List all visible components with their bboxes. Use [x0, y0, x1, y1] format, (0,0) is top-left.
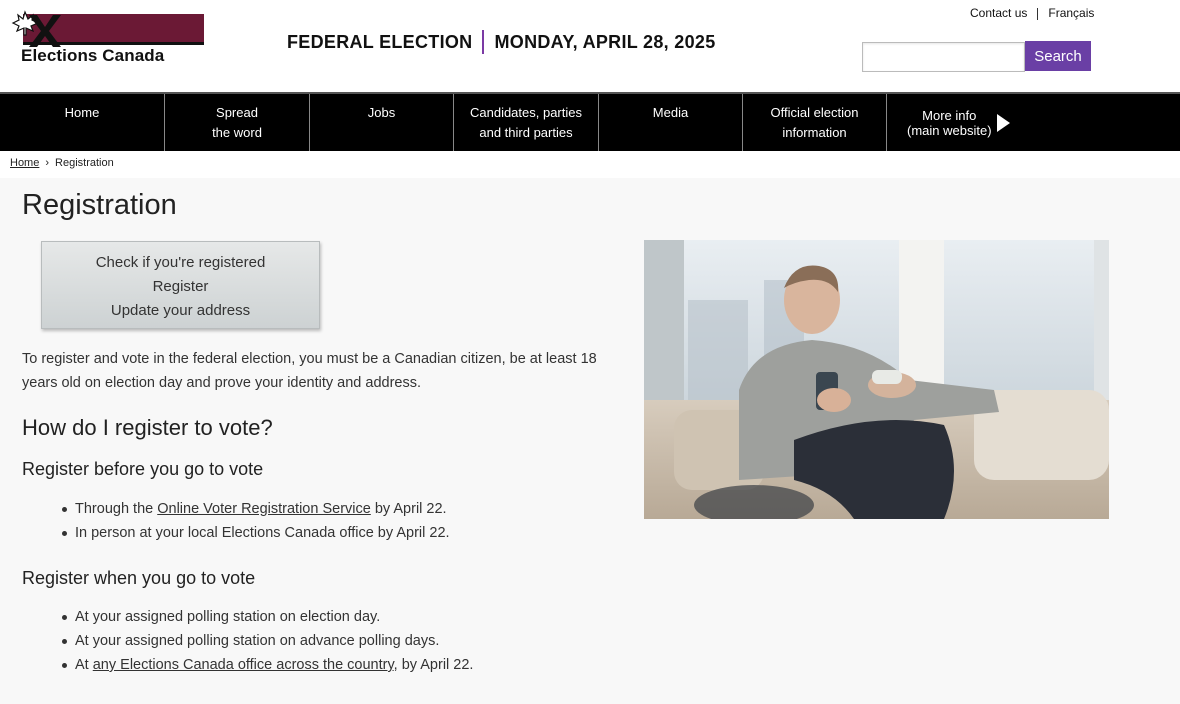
nav-item-candidates[interactable]: Candidates, parties and third parties	[454, 94, 599, 151]
main-content: Registration Check if you're registered …	[0, 178, 1180, 704]
more-info-label: More info (main website)	[907, 108, 992, 138]
register-before-heading: Register before you go to vote	[22, 459, 264, 479]
intro-paragraph: To register and vote in the federal elec…	[22, 351, 597, 391]
nav-label: (main website)	[907, 122, 992, 138]
list-item-text: Through the	[75, 501, 158, 517]
elections-canada-office-link[interactable]: any Elections Canada office across the c…	[93, 657, 394, 673]
register-when-list: At your assigned polling station on elec…	[61, 605, 474, 677]
register-link[interactable]: Register	[42, 275, 319, 299]
nav-label: and third parties	[479, 125, 573, 140]
nav-label: Spread	[216, 105, 258, 120]
list-item: In person at your local Elections Canada…	[62, 521, 450, 545]
list-item: At any Elections Canada office across th…	[61, 653, 474, 677]
election-label: FEDERAL ELECTION	[287, 31, 473, 52]
logo-underline	[23, 42, 204, 45]
list-item-text: , by April 22.	[393, 657, 474, 673]
breadcrumb-separator: ›	[45, 157, 50, 169]
triangle-right-icon	[996, 113, 1010, 132]
nav-label: More info	[922, 107, 977, 123]
check-registration-link[interactable]: Check if you're registered	[42, 251, 319, 275]
breadcrumb-current: Registration	[55, 157, 114, 169]
update-address-link[interactable]: Update your address	[42, 299, 319, 323]
how-to-register-heading: How do I register to vote?	[22, 415, 273, 440]
nav-label: information	[782, 125, 847, 140]
hero-photo-man-with-phone	[644, 240, 1109, 519]
breadcrumb-home-link[interactable]: Home	[10, 157, 39, 169]
main-nav: Home Spread the word Jobs Candidates, pa…	[0, 92, 1180, 151]
language-toggle-link[interactable]: Français	[1038, 6, 1104, 20]
nav-label: Candidates, parties	[469, 105, 582, 120]
top-links: Contact us Français	[960, 6, 1104, 20]
nav-item-media[interactable]: Media	[599, 94, 743, 151]
list-item-text: by April 22.	[370, 501, 447, 517]
election-banner: FEDERAL ELECTION MONDAY, APRIL 28, 2025	[287, 30, 716, 54]
nav-item-more-info[interactable]: More info (main website)	[887, 94, 1037, 151]
nav-label: Media	[652, 105, 689, 120]
elections-canada-logo[interactable]: Elections Canada	[9, 9, 205, 65]
breadcrumb: Home › Registration	[10, 157, 114, 169]
register-when-heading: Register when you go to vote	[22, 568, 256, 588]
election-date: MONDAY, APRIL 28, 2025	[494, 31, 716, 52]
site-header: Elections Canada FEDERAL ELECTION MONDAY…	[0, 0, 1180, 92]
nav-label: the word	[212, 125, 262, 140]
list-item: Through the Online Voter Registration Se…	[62, 497, 450, 521]
search-input[interactable]	[862, 42, 1025, 72]
nav-label: Official election	[770, 105, 859, 120]
list-item: At your assigned polling station on adva…	[61, 629, 473, 653]
contact-us-link[interactable]: Contact us	[960, 6, 1037, 20]
page-title: Registration	[22, 189, 177, 221]
register-before-list: Through the Online Voter Registration Se…	[62, 497, 450, 545]
search-button[interactable]: Search	[1025, 41, 1091, 71]
list-item: At your assigned polling station on elec…	[61, 605, 473, 629]
logo-text: Elections Canada	[21, 46, 165, 65]
nav-item-home[interactable]: Home	[0, 94, 165, 151]
nav-item-official-information[interactable]: Official election information	[743, 94, 887, 151]
nav-label: Home	[64, 105, 100, 120]
nav-item-spread-the-word[interactable]: Spread the word	[165, 94, 310, 151]
banner-divider	[482, 30, 485, 54]
online-voter-registration-link[interactable]: Online Voter Registration Service	[157, 501, 371, 517]
nav-label: Jobs	[367, 105, 396, 120]
nav-item-jobs[interactable]: Jobs	[310, 94, 454, 151]
registration-actions-box: Check if you're registered Register Upda…	[41, 241, 320, 329]
list-item-text: At	[75, 657, 93, 673]
